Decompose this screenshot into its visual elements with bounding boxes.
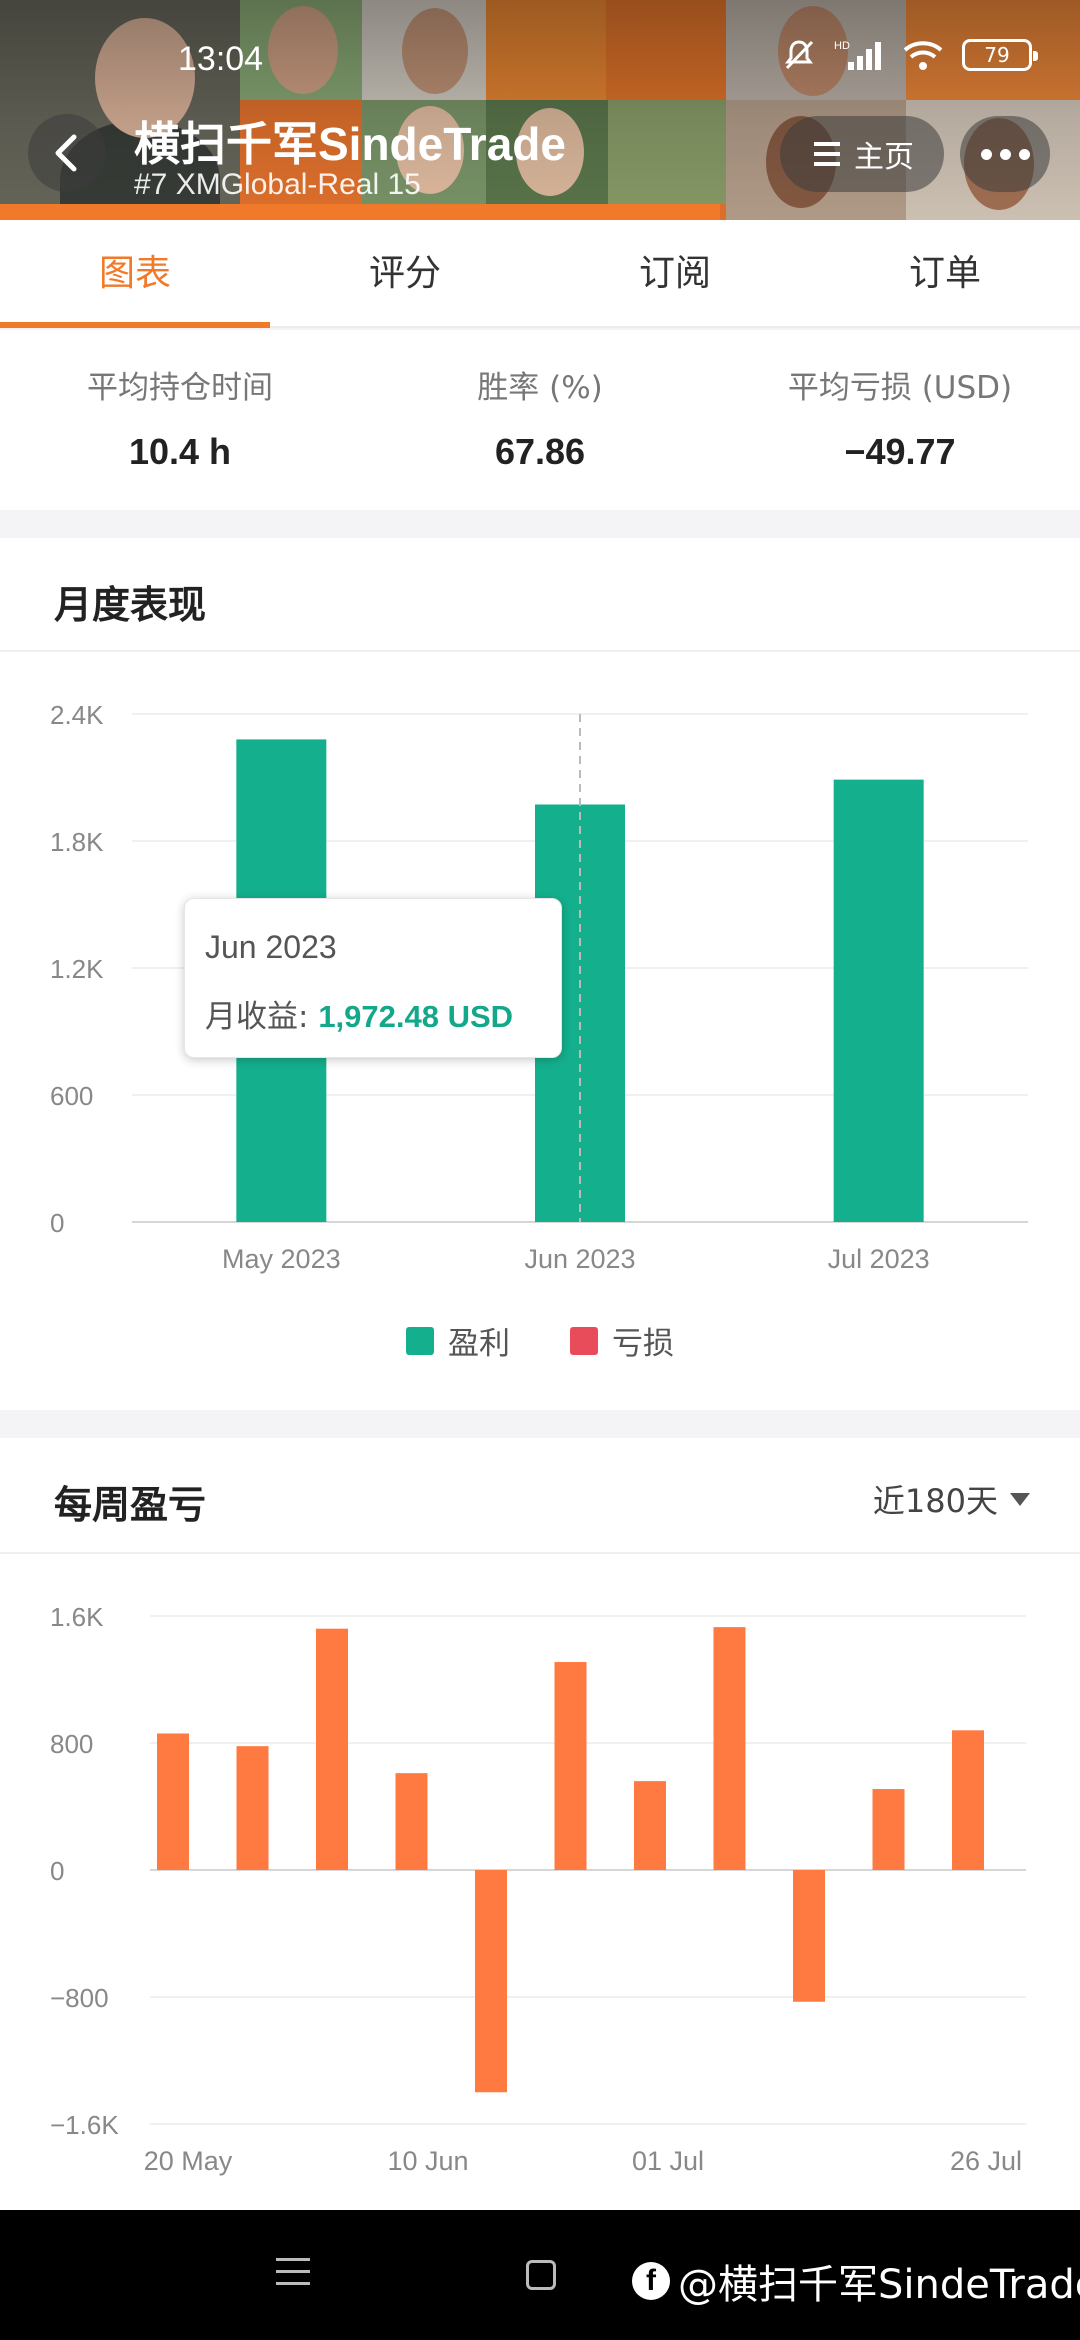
back-button[interactable] — [28, 114, 106, 192]
stat-value: 10.4 h — [128, 431, 232, 472]
mute-icon — [785, 40, 814, 70]
y-tick-label: 2.4K — [50, 700, 104, 730]
status-time: 13:04 — [178, 40, 264, 78]
legend-loss[interactable]: 亏损 — [570, 1318, 674, 1363]
bar — [236, 1746, 269, 1870]
chart-tooltip: Jun 2023 月收益: 1,972.48 USD — [184, 898, 562, 1058]
system-nav-bar: f @横扫千军SindeTrade — [0, 2210, 1080, 2340]
tab-orders[interactable]: 订单 — [810, 220, 1080, 326]
weekly-title: 每周盈亏 — [54, 1483, 207, 1527]
y-tick-label: 1.6K — [50, 1602, 104, 1632]
x-tick-label: 01 Jul — [632, 2146, 704, 2176]
x-tick-label: 20 May — [144, 2146, 233, 2176]
chevron-left-icon — [55, 134, 77, 172]
stat-avg-hold-time: 平均持仓时间 10.4 h — [0, 330, 360, 510]
nav-home-button[interactable] — [526, 2260, 556, 2290]
facebook-icon: f — [632, 2262, 670, 2300]
y-tick-label: 0 — [50, 1856, 64, 1886]
bar — [634, 1781, 666, 1870]
tab-bar: 图表 评分 订阅 订单 — [0, 220, 1080, 328]
bar — [316, 1628, 348, 1870]
home-label: 主页 — [854, 140, 914, 175]
legend-profit[interactable]: 盈利 — [406, 1318, 510, 1363]
x-tick-label: Jun 2023 — [524, 1244, 635, 1274]
y-tick-label: 800 — [50, 1729, 93, 1759]
bar — [833, 779, 924, 1222]
tooltip-label: 月收益: — [205, 999, 309, 1035]
legend-swatch — [570, 1326, 598, 1355]
watermark-text: @横扫千军SindeTrade — [678, 2262, 1080, 2308]
tooltip-date: Jun 2023 — [205, 929, 337, 965]
bar — [713, 1627, 746, 1870]
bar — [793, 1870, 825, 2002]
stat-label: 平均持仓时间 — [87, 370, 273, 406]
stat-win-rate: 胜率 (%) 67.86 — [360, 330, 720, 510]
status-icons: HD 79 — [782, 38, 1038, 72]
stat-value: 67.86 — [494, 431, 586, 472]
dot-icon — [980, 148, 992, 160]
monthly-title: 月度表现 — [54, 583, 207, 627]
bar — [157, 1733, 189, 1870]
menu-lines-icon — [814, 142, 840, 166]
caret-down-icon — [1010, 1492, 1030, 1506]
bar — [395, 1773, 428, 1870]
bar — [554, 1662, 587, 1870]
x-tick-label: 10 Jun — [387, 2146, 468, 2176]
tooltip-value: 1,972.48 USD — [318, 999, 514, 1034]
legend-label: 亏损 — [612, 1326, 674, 1362]
legend-swatch — [406, 1326, 434, 1355]
trader-name: 横扫千军SindeTrade — [134, 118, 566, 170]
bar — [475, 1870, 507, 2093]
signal-icon: HD — [834, 40, 881, 70]
tab-chart[interactable]: 图表 — [0, 220, 270, 328]
stat-label: 平均亏损 (USD) — [787, 370, 1013, 406]
y-tick-label: 600 — [50, 1081, 93, 1111]
battery-level: 79 — [984, 43, 1010, 67]
y-tick-label: 1.8K — [50, 827, 104, 857]
stat-value: −49.77 — [844, 431, 956, 472]
home-button[interactable]: 主页 — [780, 116, 944, 192]
nav-menu-button[interactable] — [276, 2258, 310, 2294]
x-tick-label: May 2023 — [222, 1244, 341, 1274]
watermark: f @横扫千军SindeTrade — [632, 2252, 1080, 2310]
range-label: 近180天 — [872, 1482, 998, 1520]
bar — [872, 1789, 905, 1870]
x-tick-label: 26 Jul — [950, 2146, 1022, 2176]
dot-icon — [999, 148, 1011, 160]
y-tick-label: −800 — [50, 1983, 109, 2013]
tab-rating[interactable]: 评分 — [270, 220, 540, 326]
profile-header: 13:04 HD 79 横扫千军SindeTrade #7 XMGlobal-R… — [0, 0, 1080, 220]
y-tick-label: 1.2K — [50, 954, 104, 984]
x-tick-label: Jul 2023 — [828, 1244, 930, 1274]
chart-legend: 盈利 亏损 — [0, 1318, 1080, 1363]
weekly-bar-chart[interactable]: −1.6K −800 0 800 1.6K 20 May 10 Jun 01 Jul 26 Ju… — [0, 1562, 1080, 2202]
account-info: #7 XMGlobal-Real 15 — [134, 168, 421, 201]
network-badge: HD — [834, 40, 850, 52]
battery-icon: 79 — [962, 39, 1038, 71]
wifi-icon — [903, 41, 943, 70]
dot-icon — [1018, 148, 1030, 160]
tooltip-row: 月收益: 1,972.48 USD — [205, 991, 513, 1036]
bar — [952, 1730, 984, 1870]
range-dropdown[interactable]: 近180天 — [873, 1476, 1030, 1522]
more-options-button[interactable] — [960, 116, 1050, 192]
legend-label: 盈利 — [448, 1326, 510, 1362]
tab-subscribe[interactable]: 订阅 — [540, 220, 810, 326]
stat-label: 胜率 (%) — [477, 370, 603, 406]
stat-avg-loss: 平均亏损 (USD) −49.77 — [720, 330, 1080, 510]
y-tick-label: −1.6K — [50, 2110, 119, 2140]
y-tick-label: 0 — [50, 1208, 64, 1238]
stats-summary: 平均持仓时间 10.4 h 胜率 (%) 67.86 平均亏损 (USD) −4… — [0, 330, 1080, 510]
